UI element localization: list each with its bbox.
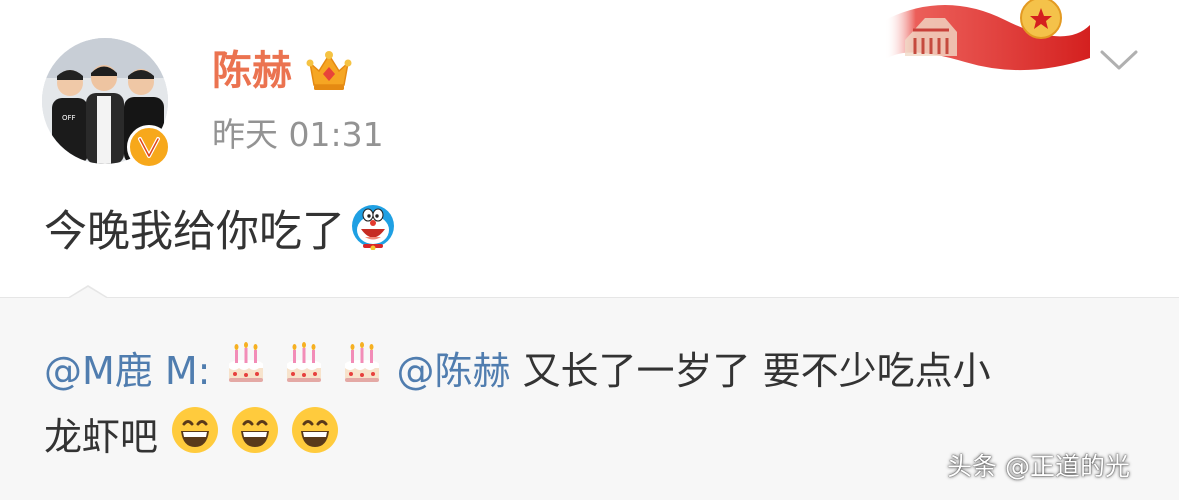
watermark: 头条 @正道的光 [947, 452, 1130, 481]
post-body: 今晚我给你吃了 [44, 200, 397, 264]
author-name[interactable]: 陈赫 [212, 46, 292, 96]
post-time: 昨天 01:31 [212, 115, 384, 154]
chevron-down-icon[interactable] [1099, 48, 1139, 76]
post-text: 今晚我给你吃了 [44, 207, 345, 257]
birthday-cake-emoji-icon [280, 340, 328, 401]
svg-text:OFF: OFF [62, 114, 76, 122]
red-flag-banner [885, 0, 1090, 78]
repost-text-line-2: 龙虾吧 [44, 414, 159, 459]
verified-badge-icon [127, 125, 171, 169]
grinning-face-emoji-icon [230, 405, 280, 468]
doraemon-emoji-icon [349, 202, 397, 264]
birthday-cake-emoji-icon [222, 340, 270, 401]
birthday-cake-emoji-icon [338, 340, 386, 401]
grinning-face-emoji-icon [170, 405, 220, 468]
repost-line-2: 龙虾吧 [44, 405, 350, 468]
repost-notch-fill [68, 287, 108, 299]
repost-text-line-1: 又长了一岁了 要不少吃点小 [522, 348, 991, 393]
repost-user-mention[interactable]: @M鹿 M: [44, 345, 210, 397]
grinning-face-emoji-icon [290, 405, 340, 468]
vip-crown-icon[interactable] [306, 49, 352, 97]
repost-line-1: @M鹿 M: @陈赫 又长了一岁了 要不少吃点小 [44, 340, 991, 401]
reply-mention[interactable]: @陈赫 [396, 345, 510, 397]
